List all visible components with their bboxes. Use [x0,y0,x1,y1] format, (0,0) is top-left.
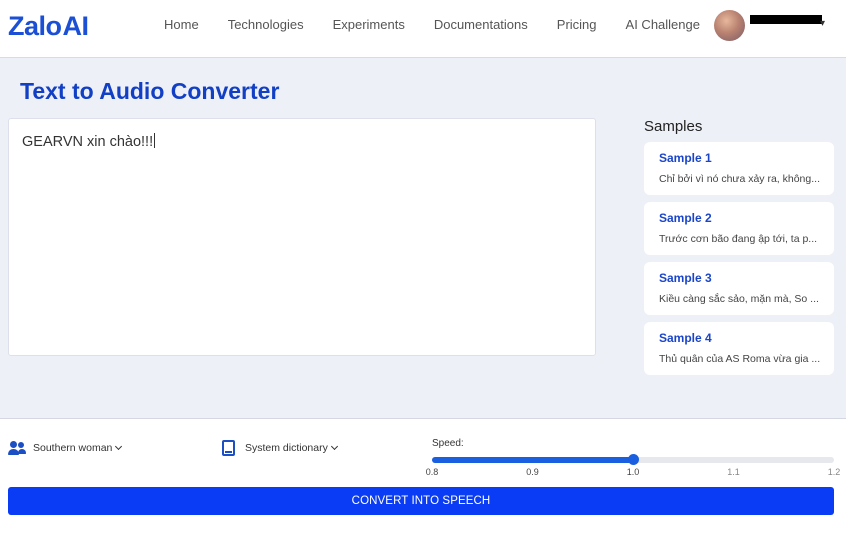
top-header: Zalo AI Home Technologies Experiments Do… [0,0,846,58]
sample-card-1[interactable]: Sample 1 Chỉ bởi vì nó chưa xảy ra, khôn… [644,142,834,195]
zalo-ai-logo[interactable]: Zalo AI [8,10,90,41]
sample-snippet: Trước cơn bão đang ập tới, ta p... [659,233,818,245]
speed-slider[interactable] [432,454,834,465]
main-nav: Home Technologies Experiments Documentat… [164,17,700,32]
controls-bar: Southern woman System dictionary Speed: … [0,418,846,533]
dictionary-select-label: System dictionary [245,442,328,454]
voice-select[interactable]: Southern woman [8,440,123,456]
samples-heading: Samples [644,118,703,135]
text-cursor [154,133,156,148]
speed-slider-thumb[interactable] [627,454,639,465]
sample-name: Sample 2 [659,211,712,225]
sample-card-3[interactable]: Sample 3 Kiều càng sắc sảo, mặn mà, So .… [644,262,834,315]
sample-card-2[interactable]: Sample 2 Trước cơn bão đang ập tới, ta p… [644,202,834,255]
sample-name: Sample 4 [659,331,712,345]
logo-ai-text: AI [62,10,90,41]
sample-name: Sample 1 [659,151,712,165]
text-input-value[interactable]: GEARVN xin chào!!! [22,133,156,150]
nav-item-home[interactable]: Home [164,17,199,32]
speed-tick-label: 0.9 [526,467,539,477]
voice-select-label: Southern woman [33,442,113,454]
sample-card-4[interactable]: Sample 4 Thủ quân của AS Roma vừa gia ..… [644,322,834,375]
book-icon [222,440,235,456]
user-avatar[interactable] [714,10,745,41]
speed-tick-label: 1.2 [827,467,841,477]
dictionary-select[interactable]: System dictionary [222,440,338,456]
nav-item-documentations[interactable]: Documentations [434,17,528,32]
chevron-down-icon [115,442,123,451]
speed-label: Speed: [432,438,464,449]
convert-into-speech-button[interactable]: CONVERT INTO SPEECH [8,487,834,515]
chevron-down-icon [330,442,338,451]
nav-item-ai-challenge[interactable]: AI Challenge [626,17,700,32]
page-title: Text to Audio Converter [20,78,280,104]
sample-snippet: Kiều càng sắc sảo, mặn mà, So ... [659,293,819,305]
sample-name: Sample 3 [659,271,712,285]
logo-text: Zalo [8,10,62,41]
nav-item-technologies[interactable]: Technologies [228,17,304,32]
nav-item-pricing[interactable]: Pricing [557,17,597,32]
nav-item-experiments[interactable]: Experiments [333,17,405,32]
text-input-area[interactable]: GEARVN xin chào!!! [8,118,596,356]
speed-tick-label: 1.0 [626,467,640,477]
sample-snippet: Chỉ bởi vì nó chưa xảy ra, không... [659,173,820,185]
redacted-username [750,15,822,24]
chevron-down-icon[interactable]: ▾ [820,18,825,29]
speed-tick-label: 1.1 [727,467,740,477]
speed-slider-fill [432,457,633,463]
users-icon [8,440,26,456]
speed-tick-label: 0.8 [425,467,439,477]
sample-snippet: Thủ quân của AS Roma vừa gia ... [659,353,821,365]
